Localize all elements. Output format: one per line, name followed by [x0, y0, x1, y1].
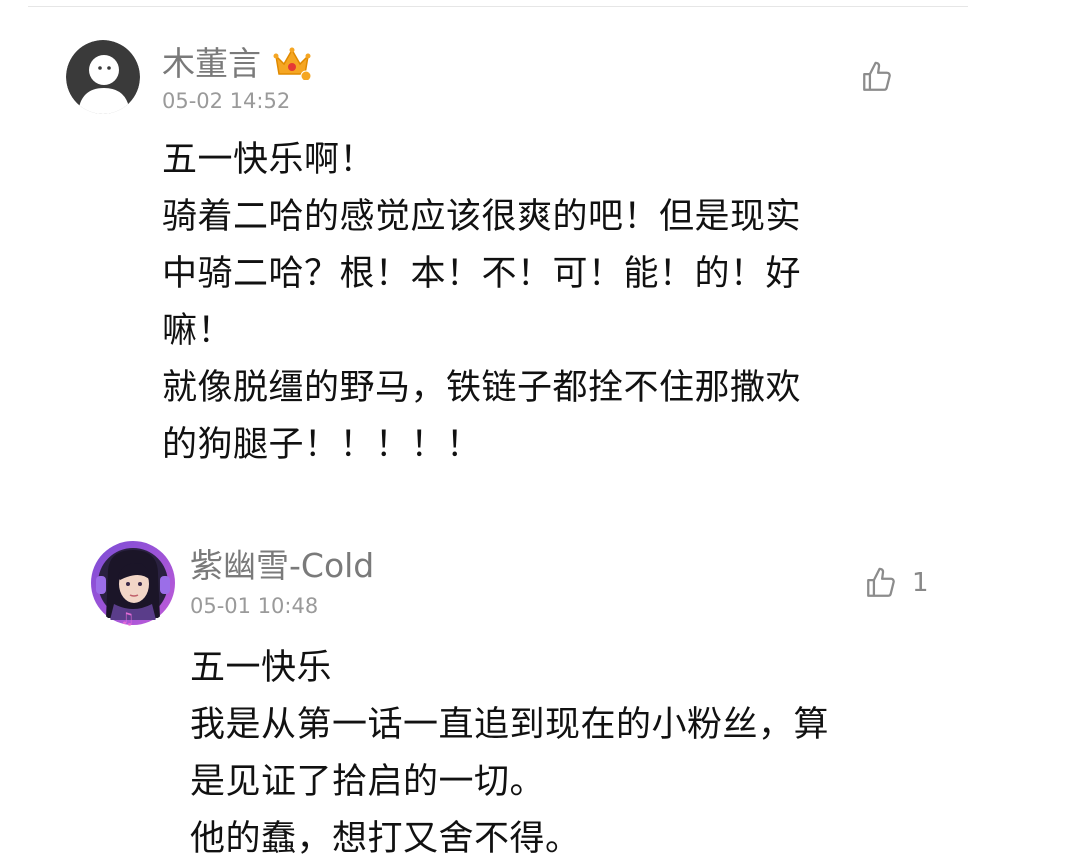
username[interactable]: 紫幽雪-Cold [190, 549, 374, 582]
comment-line: 骑着二哈的感觉应该很爽的吧！但是现实 [162, 197, 802, 237]
crown-icon [272, 46, 312, 85]
comment-line: 五一快乐 [190, 648, 333, 688]
comment-body: 五一快乐啊！ 骑着二哈的感觉应该很爽的吧！但是现实 中骑二哈？根！本！不！可！能… [162, 132, 801, 474]
comment-line: 我是从第一话一直追到现在的小粉丝，算 [190, 705, 830, 745]
like-button[interactable] [860, 60, 894, 94]
comment-line: 五一快乐啊！ [162, 140, 376, 180]
default-avatar-icon [66, 40, 140, 114]
comment-body: 五一快乐 我是从第一话一直追到现在的小粉丝，算 是见证了拾启的一切。 他的蠢，想… [190, 640, 829, 868]
like-button[interactable]: 1 [864, 566, 929, 600]
comment-line: 嘛！ [162, 311, 234, 351]
avatar[interactable]: ♫ [90, 540, 176, 626]
comment-line: 是见证了拾启的一切。 [190, 762, 546, 802]
timestamp: 05-02 14:52 [162, 89, 291, 113]
thumbs-up-icon [863, 61, 891, 91]
avatar[interactable] [66, 40, 140, 114]
comment-line: 就像脱缰的野马，铁链子都拴不住那撒欢 [162, 368, 802, 408]
thumbs-up-icon [867, 567, 895, 597]
top-divider [28, 6, 968, 7]
comment-line: 他的蠢，想打又舍不得。 [190, 819, 581, 859]
svg-text:♫: ♫ [120, 609, 134, 626]
anime-girl-avatar-icon: ♫ [91, 541, 175, 626]
comment-line: 中骑二哈？根！本！不！可！能！的！好 [162, 254, 802, 294]
timestamp: 05-01 10:48 [190, 594, 319, 618]
username[interactable]: 木董言 [162, 46, 312, 85]
like-count: 1 [912, 568, 929, 598]
comment-line: 的狗腿子！！！！！ [162, 425, 482, 465]
